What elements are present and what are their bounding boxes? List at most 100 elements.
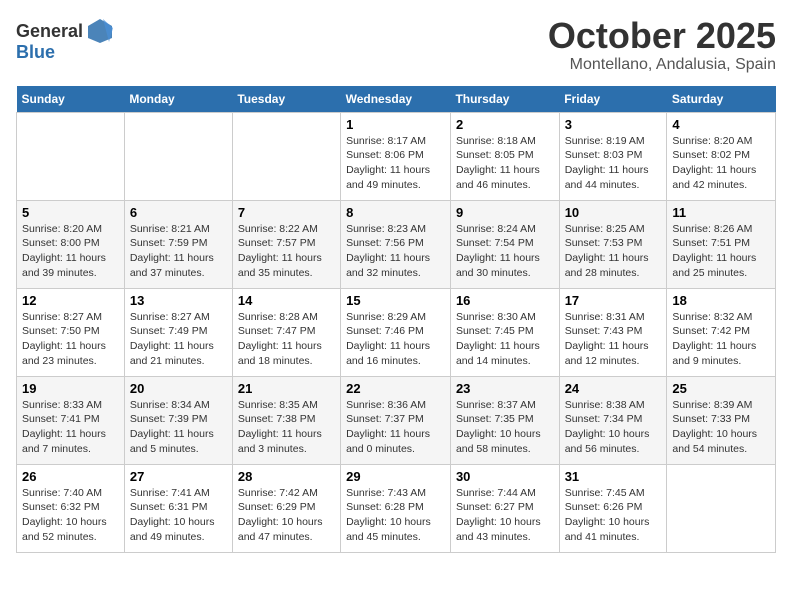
weekday-header-saturday: Saturday: [667, 86, 776, 113]
calendar-week-3: 12 Sunrise: 8:27 AM Sunset: 7:50 PM Dayli…: [17, 288, 776, 376]
logo-blue: Blue: [16, 42, 55, 63]
day-info: Sunrise: 8:34 AM Sunset: 7:39 PM Dayligh…: [130, 398, 227, 457]
calendar-cell: 18 Sunrise: 8:32 AM Sunset: 7:42 PM Dayli…: [667, 288, 776, 376]
calendar-cell: [667, 464, 776, 552]
day-info: Sunrise: 8:29 AM Sunset: 7:46 PM Dayligh…: [346, 310, 445, 369]
day-info: Sunrise: 8:23 AM Sunset: 7:56 PM Dayligh…: [346, 222, 445, 281]
day-number: 22: [346, 381, 445, 396]
day-info: Sunrise: 8:27 AM Sunset: 7:49 PM Dayligh…: [130, 310, 227, 369]
day-number: 13: [130, 293, 227, 308]
day-info: Sunrise: 8:21 AM Sunset: 7:59 PM Dayligh…: [130, 222, 227, 281]
day-number: 19: [22, 381, 119, 396]
calendar-cell: [232, 112, 340, 200]
calendar-cell: 31 Sunrise: 7:45 AM Sunset: 6:26 PM Dayli…: [559, 464, 667, 552]
day-number: 12: [22, 293, 119, 308]
day-info: Sunrise: 8:31 AM Sunset: 7:43 PM Dayligh…: [565, 310, 662, 369]
day-info: Sunrise: 7:42 AM Sunset: 6:29 PM Dayligh…: [238, 486, 335, 545]
day-number: 23: [456, 381, 554, 396]
weekday-header-tuesday: Tuesday: [232, 86, 340, 113]
day-number: 2: [456, 117, 554, 132]
calendar-week-2: 5Sunrise: 8:20 AM Sunset: 8:00 PM Daylig…: [17, 200, 776, 288]
day-info: Sunrise: 8:35 AM Sunset: 7:38 PM Dayligh…: [238, 398, 335, 457]
calendar-cell: 17 Sunrise: 8:31 AM Sunset: 7:43 PM Dayli…: [559, 288, 667, 376]
location-title: Montellano, Andalusia, Spain: [548, 56, 776, 74]
day-number: 16: [456, 293, 554, 308]
calendar-cell: 27 Sunrise: 7:41 AM Sunset: 6:31 PM Dayli…: [124, 464, 232, 552]
calendar-cell: 6 Sunrise: 8:21 AM Sunset: 7:59 PM Daylig…: [124, 200, 232, 288]
day-info: Sunrise: 8:30 AM Sunset: 7:45 PM Dayligh…: [456, 310, 554, 369]
day-number: 26: [22, 469, 119, 484]
day-number: 15: [346, 293, 445, 308]
day-info: Sunrise: 8:19 AM Sunset: 8:03 PM Dayligh…: [565, 134, 662, 193]
logo-icon: [85, 16, 115, 46]
title-block: October 2025 Montellano, Andalusia, Spai…: [548, 16, 776, 74]
day-number: 9: [456, 205, 554, 220]
day-info: Sunrise: 7:41 AM Sunset: 6:31 PM Dayligh…: [130, 486, 227, 545]
day-info: Sunrise: 8:39 AM Sunset: 7:33 PM Dayligh…: [672, 398, 770, 457]
day-info: Sunrise: 7:44 AM Sunset: 6:27 PM Dayligh…: [456, 486, 554, 545]
day-number: 31: [565, 469, 662, 484]
page-header: General Blue October 2025 Montellano, An…: [16, 16, 776, 74]
day-info: Sunrise: 8:36 AM Sunset: 7:37 PM Dayligh…: [346, 398, 445, 457]
day-number: 21: [238, 381, 335, 396]
calendar-cell: 30 Sunrise: 7:44 AM Sunset: 6:27 PM Dayli…: [450, 464, 559, 552]
calendar-cell: 15 Sunrise: 8:29 AM Sunset: 7:46 PM Dayli…: [341, 288, 451, 376]
calendar-cell: 8Sunrise: 8:23 AM Sunset: 7:56 PM Daylig…: [341, 200, 451, 288]
calendar-cell: 28Sunrise: 7:42 AM Sunset: 6:29 PM Dayli…: [232, 464, 340, 552]
day-info: Sunrise: 8:22 AM Sunset: 7:57 PM Dayligh…: [238, 222, 335, 281]
calendar-table: SundayMondayTuesdayWednesdayThursdayFrid…: [16, 86, 776, 553]
calendar-cell: 1 Sunrise: 8:17 AM Sunset: 8:06 PM Daylig…: [341, 112, 451, 200]
logo: General Blue: [16, 16, 115, 63]
calendar-cell: 12 Sunrise: 8:27 AM Sunset: 7:50 PM Dayli…: [17, 288, 125, 376]
day-number: 3: [565, 117, 662, 132]
day-info: Sunrise: 8:20 AM Sunset: 8:02 PM Dayligh…: [672, 134, 770, 193]
calendar-cell: 7Sunrise: 8:22 AM Sunset: 7:57 PM Daylig…: [232, 200, 340, 288]
calendar-cell: 19 Sunrise: 8:33 AM Sunset: 7:41 PM Dayli…: [17, 376, 125, 464]
day-number: 20: [130, 381, 227, 396]
weekday-header-friday: Friday: [559, 86, 667, 113]
weekday-header-wednesday: Wednesday: [341, 86, 451, 113]
month-title: October 2025: [548, 16, 776, 56]
day-number: 1: [346, 117, 445, 132]
day-info: Sunrise: 8:25 AM Sunset: 7:53 PM Dayligh…: [565, 222, 662, 281]
day-number: 27: [130, 469, 227, 484]
day-info: Sunrise: 8:37 AM Sunset: 7:35 PM Dayligh…: [456, 398, 554, 457]
day-info: Sunrise: 8:27 AM Sunset: 7:50 PM Dayligh…: [22, 310, 119, 369]
day-info: Sunrise: 8:32 AM Sunset: 7:42 PM Dayligh…: [672, 310, 770, 369]
calendar-cell: 23 Sunrise: 8:37 AM Sunset: 7:35 PM Dayli…: [450, 376, 559, 464]
day-number: 25: [672, 381, 770, 396]
day-info: Sunrise: 8:38 AM Sunset: 7:34 PM Dayligh…: [565, 398, 662, 457]
weekday-header-thursday: Thursday: [450, 86, 559, 113]
day-number: 18: [672, 293, 770, 308]
day-info: Sunrise: 7:45 AM Sunset: 6:26 PM Dayligh…: [565, 486, 662, 545]
calendar-cell: 13 Sunrise: 8:27 AM Sunset: 7:49 PM Dayli…: [124, 288, 232, 376]
day-info: Sunrise: 8:33 AM Sunset: 7:41 PM Dayligh…: [22, 398, 119, 457]
day-info: Sunrise: 8:26 AM Sunset: 7:51 PM Dayligh…: [672, 222, 770, 281]
calendar-week-4: 19 Sunrise: 8:33 AM Sunset: 7:41 PM Dayli…: [17, 376, 776, 464]
day-number: 6: [130, 205, 227, 220]
calendar-cell: 9 Sunrise: 8:24 AM Sunset: 7:54 PM Daylig…: [450, 200, 559, 288]
day-number: 10: [565, 205, 662, 220]
calendar-cell: 21 Sunrise: 8:35 AM Sunset: 7:38 PM Dayli…: [232, 376, 340, 464]
day-number: 24: [565, 381, 662, 396]
calendar-cell: 11Sunrise: 8:26 AM Sunset: 7:51 PM Dayli…: [667, 200, 776, 288]
day-info: Sunrise: 8:24 AM Sunset: 7:54 PM Dayligh…: [456, 222, 554, 281]
calendar-cell: 20 Sunrise: 8:34 AM Sunset: 7:39 PM Dayli…: [124, 376, 232, 464]
day-number: 30: [456, 469, 554, 484]
calendar-cell: 3 Sunrise: 8:19 AM Sunset: 8:03 PM Daylig…: [559, 112, 667, 200]
calendar-header: SundayMondayTuesdayWednesdayThursdayFrid…: [17, 86, 776, 113]
day-number: 17: [565, 293, 662, 308]
calendar-cell: [17, 112, 125, 200]
calendar-cell: 4Sunrise: 8:20 AM Sunset: 8:02 PM Daylig…: [667, 112, 776, 200]
day-info: Sunrise: 8:28 AM Sunset: 7:47 PM Dayligh…: [238, 310, 335, 369]
calendar-cell: 26Sunrise: 7:40 AM Sunset: 6:32 PM Dayli…: [17, 464, 125, 552]
calendar-cell: 24 Sunrise: 8:38 AM Sunset: 7:34 PM Dayli…: [559, 376, 667, 464]
day-number: 14: [238, 293, 335, 308]
day-info: Sunrise: 7:43 AM Sunset: 6:28 PM Dayligh…: [346, 486, 445, 545]
day-info: Sunrise: 8:17 AM Sunset: 8:06 PM Dayligh…: [346, 134, 445, 193]
calendar-cell: 5Sunrise: 8:20 AM Sunset: 8:00 PM Daylig…: [17, 200, 125, 288]
calendar-cell: 16 Sunrise: 8:30 AM Sunset: 7:45 PM Dayli…: [450, 288, 559, 376]
calendar-cell: [124, 112, 232, 200]
day-info: Sunrise: 8:18 AM Sunset: 8:05 PM Dayligh…: [456, 134, 554, 193]
weekday-header-sunday: Sunday: [17, 86, 125, 113]
